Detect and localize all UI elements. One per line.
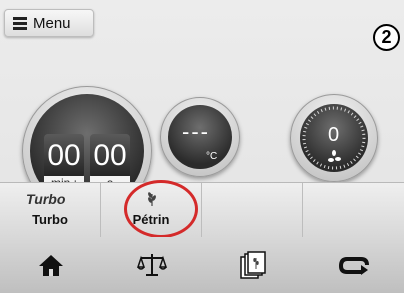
recipe-cards-icon (239, 251, 266, 279)
return-icon (338, 257, 369, 275)
tab-turbo[interactable]: Turbo Turbo (0, 183, 101, 237)
menu-label: Menu (33, 14, 71, 32)
timer-minutes: 00 (44, 134, 84, 178)
function-tabs: Turbo Turbo Pétrin (0, 182, 404, 238)
recipes-button[interactable] (202, 237, 303, 293)
fan-dial-face: 0 (300, 104, 368, 172)
home-icon (38, 255, 63, 276)
oven-screen: Menu 2 00 00 min : s --- °C 0 Turbo Turb… (0, 0, 404, 293)
return-button[interactable] (303, 237, 404, 293)
fan-icon (328, 150, 341, 162)
home-button[interactable] (0, 237, 101, 293)
bottom-nav-bar (0, 237, 404, 293)
tab-empty-4[interactable] (303, 183, 404, 237)
menu-button[interactable]: Menu (4, 9, 94, 37)
tab-empty-3[interactable] (202, 183, 303, 237)
fan-value: 0 (328, 124, 340, 146)
step-number-badge: 2 (373, 24, 400, 51)
tab-turbo-label: Turbo (32, 212, 68, 227)
selection-highlight-circle (124, 180, 198, 238)
hamburger-icon (13, 17, 27, 30)
scale-icon (136, 254, 167, 276)
temperature-dial-face: --- °C (168, 105, 232, 169)
turbo-logo: Turbo (26, 191, 66, 207)
timer-seconds: 00 (90, 134, 130, 178)
scale-button[interactable] (101, 237, 202, 293)
temperature-value: --- (182, 119, 210, 144)
temperature-unit: °C (206, 151, 218, 162)
